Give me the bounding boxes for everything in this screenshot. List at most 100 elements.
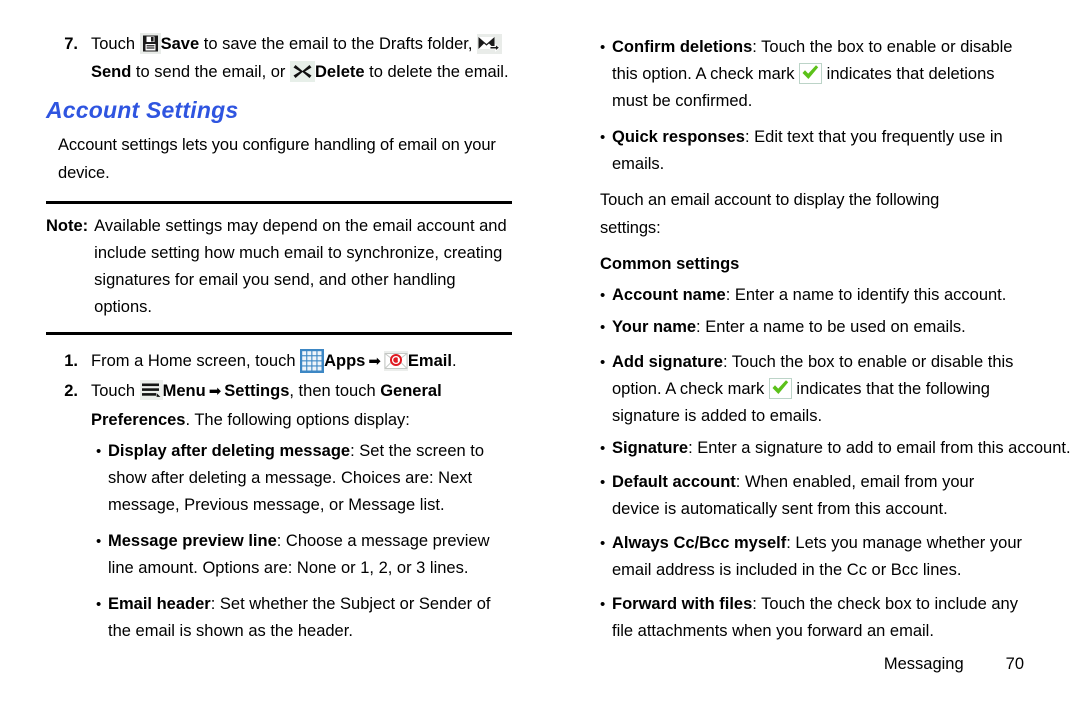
email-label: Email <box>407 352 452 370</box>
bullet-text: Signature: Enter a signature to add to e… <box>612 435 1071 462</box>
page-footer: Messaging 70 <box>0 655 1080 674</box>
touch-account-paragraph: Touch an email account to display the fo… <box>600 191 940 237</box>
bullet-term: Default account <box>612 473 736 491</box>
step-1-text-2: . <box>451 352 457 370</box>
bullet-dot: • <box>600 287 606 304</box>
list-item: • Your name: Enter a name to be used on … <box>600 314 1025 341</box>
menu-icon <box>139 380 163 400</box>
step-1-body: From a Home screen, touch Apps ➡ Email. <box>91 347 516 376</box>
bullet-term: Message preview line <box>108 532 277 550</box>
checkmark-icon <box>799 63 823 84</box>
step-2-text-2: , then touch <box>289 382 381 400</box>
bullet-dot: • <box>600 474 606 491</box>
step-7: 7. Touch Save to save the email to the D… <box>46 30 516 86</box>
list-item: • Signature: Enter a signature to add to… <box>600 435 1071 462</box>
list-item: • Always Cc/Bcc myself: Lets you manage … <box>600 530 1025 584</box>
bullet-text: Forward with files: Touch the check box … <box>612 591 1025 645</box>
step-1: 1. From a Home screen, touch Apps ➡ Email. <box>46 347 516 376</box>
note-block: Note: Available settings may depend on t… <box>46 213 516 321</box>
bullet-text: Confirm deletions: Touch the box to enab… <box>612 34 1025 115</box>
bullet-term: Display after deleting message <box>108 442 351 460</box>
bullet-text: Account name: Enter a name to identify t… <box>612 282 1025 309</box>
bullet-text: Message preview line: Choose a message p… <box>108 528 516 582</box>
step-1-arrow: ➡ <box>368 353 381 370</box>
common-settings-list-top: • Account name: Enter a name to identify… <box>600 282 1025 341</box>
step-2-text-3: . The following options display: <box>185 411 410 429</box>
list-item-add-signature: • Add signature: Touch the box to enable… <box>600 349 1025 430</box>
step-2-text-1: Touch <box>91 382 140 400</box>
bullet-term: Always Cc/Bcc myself <box>612 534 787 552</box>
list-item: • Account name: Enter a name to identify… <box>600 282 1025 309</box>
bullet-dot: • <box>600 354 606 371</box>
bullet-dot: • <box>600 129 606 146</box>
bullet-dot: • <box>600 596 606 613</box>
list-item-confirm-deletions: • Confirm deletions: Touch the box to en… <box>600 34 1025 115</box>
list-item-quick-responses: • Quick responses: Edit text that you fr… <box>600 124 1025 178</box>
save-icon <box>139 33 161 54</box>
left-bullet-list: • Display after deleting message: Set th… <box>46 438 516 645</box>
checkmark-icon <box>768 378 792 399</box>
common-settings-list-bottom: • Signature: Enter a signature to add to… <box>600 435 1071 645</box>
send-icon <box>477 34 503 54</box>
menu-label: Menu <box>162 382 206 400</box>
footer-page-number: 70 <box>1005 655 1024 673</box>
list-item: • Display after deleting message: Set th… <box>96 438 516 519</box>
step-7-text-3: to send the email, or <box>131 63 291 81</box>
step-7-text-1: Touch <box>91 35 140 53</box>
send-label: Send <box>91 63 132 81</box>
bullet-text: Quick responses: Edit text that you freq… <box>612 124 1025 178</box>
bullet-term: Forward with files <box>612 595 753 613</box>
save-label: Save <box>160 35 200 53</box>
list-item: • Forward with files: Touch the check bo… <box>600 591 1025 645</box>
step-7-text-2: to save the email to the Drafts folder, <box>199 35 478 53</box>
step-2-arrow: ➡ <box>208 383 222 400</box>
bullet-dot: • <box>600 535 606 552</box>
right-column: • Confirm deletions: Touch the box to en… <box>600 30 1071 645</box>
note-text: Available settings may depend on the ema… <box>94 217 507 316</box>
bullet-desc: : Enter a signature to add to email from… <box>688 439 1071 457</box>
step-7-body: Touch Save to save the email to the Draf… <box>91 30 516 86</box>
list-item: • Default account: When enabled, email f… <box>600 469 1025 523</box>
common-settings-heading: Common settings <box>600 255 740 273</box>
note-rule-bottom <box>46 332 512 335</box>
manual-page: 7. Touch Save to save the email to the D… <box>0 0 1080 720</box>
footer-section-name: Messaging <box>883 655 964 673</box>
apps-label: Apps <box>324 352 366 370</box>
settings-label: Settings <box>224 382 290 400</box>
left-column: 7. Touch Save to save the email to the D… <box>46 30 516 645</box>
bullet-dot: • <box>96 533 102 550</box>
bullet-desc: : Enter a name to be used on emails. <box>696 318 966 336</box>
bullet-dot: • <box>600 440 606 457</box>
bullet-term: Your name <box>612 318 697 336</box>
step-7-text-4: to delete the email. <box>364 63 509 81</box>
step-1-text-1: From a Home screen, touch <box>91 352 301 370</box>
bullet-text: Always Cc/Bcc myself: Lets you manage wh… <box>612 530 1025 584</box>
bullet-term: Confirm deletions <box>612 38 753 56</box>
step-2-body: Touch Menu ➡ Settings, then touch General … <box>91 377 516 434</box>
bullet-dot: • <box>600 319 606 336</box>
step-2: 2. Touch Menu ➡ Settings, then touch Gener… <box>46 377 516 434</box>
bullet-text: Email header: Set whether the Subject or… <box>108 591 516 645</box>
bullet-dot: • <box>600 39 606 56</box>
bullet-text: Your name: Enter a name to be used on em… <box>612 314 1025 341</box>
step-2-number: 2. <box>64 382 78 400</box>
apps-grid-icon <box>300 349 325 373</box>
bullet-dot: • <box>96 596 102 613</box>
list-item: • Email header: Set whether the Subject … <box>96 591 516 645</box>
email-app-icon <box>383 351 408 371</box>
bullet-term: Quick responses <box>612 128 745 146</box>
delete-icon <box>290 61 316 82</box>
bullet-desc: : Enter a name to identify this account. <box>725 286 1007 304</box>
note-rule-top <box>46 201 512 204</box>
bullet-term: Add signature <box>612 353 723 371</box>
step-7-number: 7. <box>64 35 78 53</box>
note-label: Note: <box>46 217 89 235</box>
bullet-text: Add signature: Touch the box to enable o… <box>612 349 1025 430</box>
list-item: • Message preview line: Choose a message… <box>96 528 516 582</box>
bullet-text: Display after deleting message: Set the … <box>108 438 516 519</box>
bullet-term: Email header <box>108 595 211 613</box>
bullet-term: Signature <box>612 439 689 457</box>
bullet-dot: • <box>96 443 102 460</box>
bullet-term: Account name <box>612 286 726 304</box>
delete-label: Delete <box>315 63 365 81</box>
